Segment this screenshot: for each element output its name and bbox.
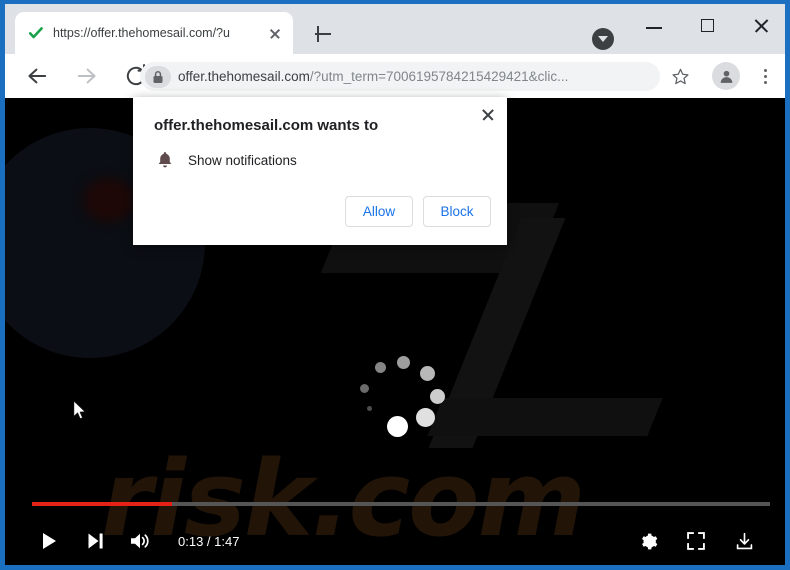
- avatar[interactable]: [712, 62, 740, 90]
- dialog-buttons: Allow Block: [345, 196, 491, 227]
- progress-bar[interactable]: [32, 502, 770, 506]
- tab-strip: https://offer.thehomesail.com/?u: [5, 4, 785, 54]
- chrome-menu-icon[interactable]: [752, 63, 779, 90]
- forward-button: [73, 62, 101, 90]
- lock-icon[interactable]: [145, 65, 171, 88]
- player-controls-right: [619, 522, 763, 560]
- notification-permission-dialog: offer.thehomesail.com wants to Show noti…: [133, 97, 507, 245]
- green-check-icon: [27, 25, 44, 42]
- background-shape: [427, 398, 663, 436]
- profile-dropdown-icon[interactable]: [592, 28, 614, 50]
- close-icon[interactable]: [477, 104, 499, 126]
- download-icon[interactable]: [725, 522, 763, 560]
- close-icon[interactable]: [265, 23, 285, 43]
- background-shape: [83, 178, 135, 222]
- new-tab-button[interactable]: [310, 21, 336, 47]
- allow-button[interactable]: Allow: [345, 196, 413, 227]
- minimize-button[interactable]: [631, 8, 677, 39]
- time-display: 0:13 / 1:47: [178, 533, 240, 549]
- gear-icon[interactable]: [629, 522, 667, 560]
- browser-toolbar: offer.thehomesail.com/?utm_term=70061957…: [5, 54, 785, 98]
- browser-tab[interactable]: https://offer.thehomesail.com/?u: [15, 12, 293, 54]
- next-button[interactable]: [76, 522, 114, 560]
- back-button[interactable]: [23, 62, 51, 90]
- dialog-title: offer.thehomesail.com wants to: [154, 117, 379, 134]
- address-bar[interactable]: offer.thehomesail.com/?utm_term=70061957…: [140, 62, 660, 91]
- player-controls-left: 0:13 / 1:47: [30, 522, 239, 560]
- browser-window: https://offer.thehomesail.com/?u offer.t…: [0, 0, 790, 570]
- volume-icon[interactable]: [122, 522, 160, 560]
- permission-row: Show notifications: [154, 149, 297, 171]
- background-shape: [428, 218, 566, 448]
- maximize-button[interactable]: [685, 8, 731, 39]
- bookmark-star-icon[interactable]: [667, 63, 694, 90]
- fullscreen-icon[interactable]: [677, 522, 715, 560]
- block-button[interactable]: Block: [423, 196, 491, 227]
- bell-icon: [154, 149, 176, 171]
- progress-bar-played: [32, 502, 173, 506]
- tab-title: https://offer.thehomesail.com/?u: [53, 26, 230, 40]
- close-window-button[interactable]: [738, 8, 784, 39]
- permission-label: Show notifications: [188, 152, 297, 168]
- play-button[interactable]: [30, 522, 68, 560]
- mouse-cursor: [73, 400, 87, 421]
- address-bar-text: offer.thehomesail.com/?utm_term=70061957…: [178, 69, 660, 84]
- url-domain: offer.thehomesail.com: [178, 69, 310, 84]
- loading-spinner: [360, 356, 445, 440]
- url-query: /?utm_term=7006195784215429421&clic...: [309, 69, 569, 84]
